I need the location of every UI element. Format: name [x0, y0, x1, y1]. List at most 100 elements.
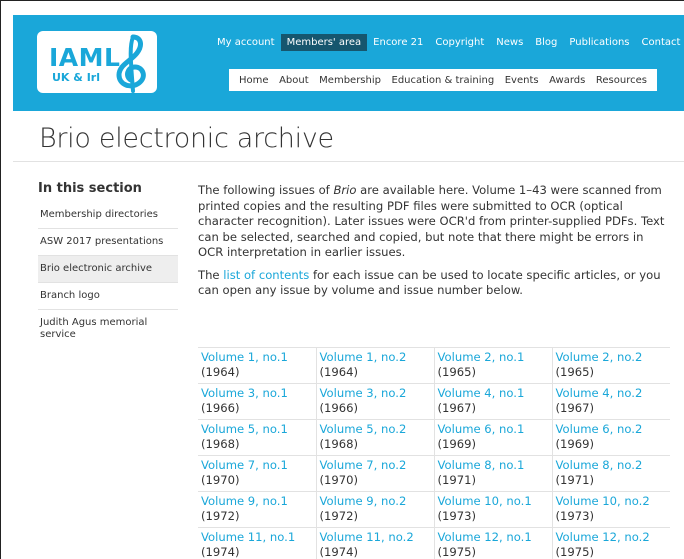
page: IAML UK & Irl My account Members' area E…	[0, 0, 684, 559]
nav-education-training[interactable]: Education & training	[392, 75, 495, 86]
issue-year: (1964)	[319, 365, 359, 379]
issue-cell: Volume 6, no.1 (1969)	[433, 419, 552, 456]
sidebar-item-judith-agus-memorial[interactable]: Judith Agus memorial service	[38, 310, 178, 348]
issue-link[interactable]: Volume 8, no.2	[556, 458, 667, 473]
topnav-members-area[interactable]: Members' area	[280, 33, 368, 51]
issue-link[interactable]: Volume 6, no.1	[438, 422, 548, 437]
issue-cell: Volume 2, no.1 (1965)	[433, 347, 552, 384]
issue-year: (1966)	[201, 401, 240, 415]
issue-cell: Volume 10, no.1 (1973)	[433, 491, 552, 528]
issue-link[interactable]: Volume 11, no.1	[201, 530, 312, 545]
sidebar-item-membership-directories[interactable]: Membership directories	[38, 202, 178, 229]
iaml-logo[interactable]: IAML UK & Irl	[37, 31, 157, 93]
issue-cell: Volume 7, no.2 (1970)	[315, 455, 434, 492]
nav-membership[interactable]: Membership	[319, 75, 381, 86]
issue-cell: Volume 1, no.2 (1964)	[315, 347, 434, 384]
issue-cell: Volume 3, no.2 (1966)	[315, 383, 434, 420]
topnav-encore-21[interactable]: Encore 21	[367, 34, 429, 51]
issue-link[interactable]: Volume 4, no.2	[556, 386, 667, 401]
issue-link[interactable]: Volume 4, no.1	[438, 386, 548, 401]
issue-year: (1972)	[319, 509, 359, 523]
main-nav: Home About Membership Education & traini…	[229, 69, 657, 91]
issue-year: (1969)	[555, 437, 595, 451]
issue-link[interactable]: Volume 3, no.1	[201, 386, 312, 401]
issue-cell: Volume 12, no.1 (1975)	[433, 527, 552, 559]
issue-cell: Volume 11, no.1 (1974)	[198, 527, 316, 559]
nav-awards[interactable]: Awards	[549, 75, 585, 86]
intro-text-2a: The	[198, 267, 224, 282]
issue-year: (1964)	[201, 365, 240, 379]
issue-year: (1966)	[319, 401, 359, 415]
issue-link[interactable]: Volume 12, no.2	[556, 530, 667, 545]
nav-home[interactable]: Home	[239, 75, 269, 86]
table-row: Volume 11, no.1 (1974) Volume 11, no.2 (19…	[198, 527, 670, 559]
sidebar-item-branch-logo[interactable]: Branch logo	[38, 283, 178, 310]
issue-cell: Volume 5, no.1 (1968)	[198, 419, 316, 456]
issue-link[interactable]: Volume 11, no.2	[320, 530, 430, 545]
issue-link[interactable]: Volume 6, no.2	[556, 422, 667, 437]
issue-link[interactable]: Volume 5, no.2	[320, 422, 430, 437]
issue-year: (1974)	[319, 545, 359, 559]
site-header: IAML UK & Irl My account Members' area E…	[13, 15, 684, 111]
sidebar-heading: In this section	[38, 181, 142, 196]
issue-year: (1971)	[437, 473, 477, 487]
utility-nav: My account Members' area Encore 21 Copyr…	[211, 32, 684, 52]
issue-year: (1973)	[555, 509, 595, 523]
issue-link[interactable]: Volume 9, no.1	[201, 494, 312, 509]
treble-clef-icon	[116, 34, 146, 93]
nav-about[interactable]: About	[279, 75, 309, 86]
issue-link[interactable]: Volume 1, no.2	[320, 350, 430, 365]
issue-cell: Volume 10, no.2 (1973)	[551, 491, 670, 528]
issue-cell: Volume 6, no.2 (1969)	[551, 419, 670, 456]
issue-link[interactable]: Volume 3, no.2	[320, 386, 430, 401]
sidebar-item-asw-2017-presentations[interactable]: ASW 2017 presentations	[38, 229, 178, 256]
issue-link[interactable]: Volume 7, no.2	[320, 458, 430, 473]
topnav-blog[interactable]: Blog	[529, 34, 563, 51]
topnav-contact[interactable]: Contact	[636, 34, 684, 51]
issue-year: (1970)	[319, 473, 359, 487]
issue-link[interactable]: Volume 12, no.1	[438, 530, 548, 545]
issue-link[interactable]: Volume 2, no.1	[438, 350, 548, 365]
topnav-my-account[interactable]: My account	[211, 34, 281, 51]
issue-link[interactable]: Volume 7, no.1	[201, 458, 312, 473]
issue-year: (1967)	[555, 401, 595, 415]
issue-cell: Volume 3, no.1 (1966)	[198, 383, 316, 420]
table-row: Volume 1, no.1 (1964) Volume 1, no.2 (1964…	[198, 347, 670, 384]
issue-year: (1965)	[555, 365, 595, 379]
topnav-copyright[interactable]: Copyright	[429, 34, 490, 51]
intro-text-1a: The following issues of	[198, 183, 334, 197]
issues-table: Volume 1, no.1 (1964) Volume 1, no.2 (1964…	[198, 347, 670, 559]
issue-link[interactable]: Volume 10, no.1	[438, 494, 548, 509]
issue-link[interactable]: Volume 9, no.2	[320, 494, 430, 509]
brio-title: Brio	[333, 183, 357, 197]
issue-link[interactable]: Volume 8, no.1	[438, 458, 548, 473]
issue-year: (1971)	[555, 473, 595, 487]
issue-link[interactable]: Volume 10, no.2	[556, 494, 667, 509]
list-of-contents-link[interactable]: list of contents	[223, 268, 309, 282]
logo-subtitle: UK & Irl	[52, 71, 100, 84]
issue-cell: Volume 1, no.1 (1964)	[198, 347, 316, 384]
nav-resources[interactable]: Resources	[596, 75, 647, 86]
issue-link[interactable]: Volume 2, no.2	[556, 350, 667, 365]
issue-cell: Volume 5, no.2 (1968)	[315, 419, 434, 456]
issue-year: (1968)	[201, 437, 240, 451]
topnav-publications[interactable]: Publications	[563, 34, 635, 51]
nav-events[interactable]: Events	[505, 75, 539, 86]
sidebar-item-brio-electronic-archive[interactable]: Brio electronic archive	[38, 256, 178, 283]
issue-cell: Volume 9, no.1 (1972)	[198, 491, 316, 528]
issue-cell: Volume 11, no.2 (1974)	[315, 527, 434, 559]
issue-cell: Volume 9, no.2 (1972)	[315, 491, 434, 528]
issue-year: (1970)	[201, 473, 240, 487]
topnav-news[interactable]: News	[490, 34, 529, 51]
intro-paragraph-1: The following issues of Brio are availab…	[198, 183, 668, 261]
intro-text: The following issues of Brio are availab…	[198, 183, 668, 306]
issue-year: (1967)	[437, 401, 477, 415]
issue-cell: Volume 12, no.2 (1975)	[551, 527, 670, 559]
page-title: Brio electronic archive	[39, 123, 334, 154]
issue-link[interactable]: Volume 1, no.1	[201, 350, 312, 365]
intro-paragraph-2: The list of contents for each issue can …	[198, 268, 668, 299]
section-sidebar: In this section Membership directories A…	[38, 181, 178, 348]
table-row: Volume 9, no.1 (1972) Volume 9, no.2 (1972…	[198, 491, 670, 528]
title-divider	[13, 161, 684, 162]
issue-link[interactable]: Volume 5, no.1	[201, 422, 312, 437]
